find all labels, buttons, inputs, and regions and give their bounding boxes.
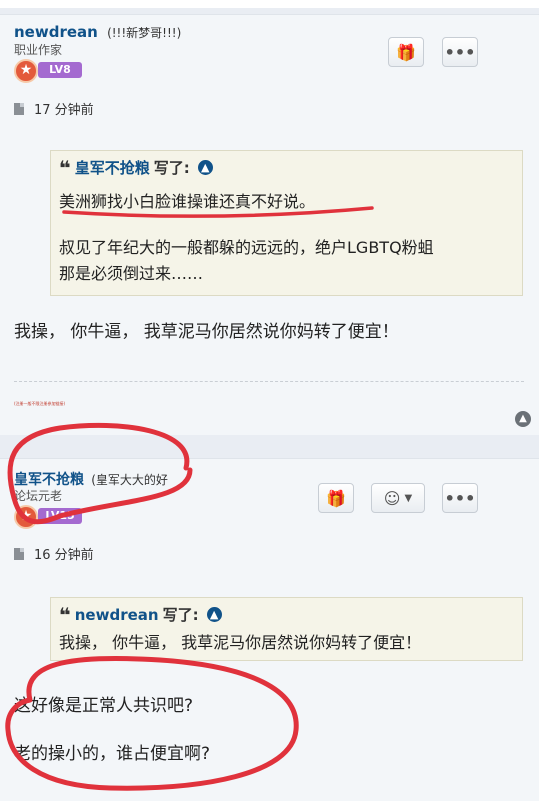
signature[interactable]: (注册一般不限注册参加链接) [14, 401, 65, 407]
more-icon: ••• [444, 42, 476, 62]
reaction-button[interactable]: ☺ ▼ [371, 483, 425, 513]
quote-line-1: 美洲狮找小白脸谁操谁还真不好说。 [59, 192, 316, 211]
up-arrow-icon[interactable]: ▲ [197, 160, 213, 175]
post-body-line-2: 老的操小的，谁占便宜啊? [14, 744, 211, 764]
quote-line-2: 叔见了年纪大的一般都躲的远远的，绝户LGBTQ粉蛆 [59, 238, 434, 257]
quote-block: ❝ newdrean 写了: ▲ 我操， 你牛逼， 我草泥马你居然说你妈转了便宜… [50, 597, 523, 661]
quote-block: ❝ 皇军不抢粮 写了: ▲ 美洲狮找小白脸谁操谁还真不好说。 叔见了年纪大的一般… [50, 150, 523, 296]
more-options-button[interactable]: ••• [442, 37, 478, 67]
post-body-line-1: 这好像是正常人共识吧? [14, 696, 194, 716]
post-2: 皇军不抢粮 (皇军大大的好 论坛元老 ★ LV15 🎁 ☺ ▼ ••• 16 分… [0, 458, 539, 801]
more-icon: ••• [444, 488, 476, 508]
quote-mark-icon: ❝ [59, 155, 71, 180]
level-badge: ★ LV8 [14, 59, 82, 83]
gift-button[interactable]: 🎁 [318, 483, 354, 513]
level-badge: ★ LV15 [14, 505, 82, 529]
star-icon: ★ [14, 505, 38, 529]
quote-author[interactable]: newdrean [75, 606, 159, 624]
up-arrow-icon[interactable]: ▲ [206, 607, 222, 622]
smiley-icon: ☺ [383, 488, 401, 508]
gift-button[interactable]: 🎁 [388, 37, 424, 67]
more-options-button[interactable]: ••• [442, 483, 478, 513]
post-author-name[interactable]: newdrean (!!!新梦哥!!!) [14, 23, 181, 41]
post-meta: 16 分钟前 [14, 544, 94, 563]
quote-author[interactable]: 皇军不抢粮 [75, 157, 150, 178]
author-rank: 职业作家 [14, 43, 63, 57]
level-label: LV15 [38, 508, 82, 524]
author-rank: 论坛元老 [14, 489, 63, 503]
post-icon [14, 102, 24, 115]
author-name-text[interactable]: newdrean [14, 23, 98, 41]
quote-line-1: 我操， 你牛逼， 我草泥马你居然说你妈转了便宜！ [59, 633, 422, 652]
quote-header: ❝ 皇军不抢粮 写了: ▲ [59, 157, 213, 178]
signature-divider [14, 381, 524, 382]
post-icon [14, 547, 24, 560]
gift-icon: 🎁 [396, 42, 416, 62]
post-body: 我操， 你牛逼， 我草泥马你居然说你妈转了便宜！ [14, 322, 399, 342]
quote-says: 写了: [162, 606, 199, 624]
quote-mark-icon: ❝ [59, 602, 71, 627]
post-time[interactable]: 16 分钟前 [34, 544, 94, 563]
dropdown-caret-icon: ▼ [404, 492, 413, 504]
back-to-top-icon[interactable]: ▲ [515, 411, 531, 427]
post-1: newdrean (!!!新梦哥!!!) 职业作家 ★ LV8 🎁 ••• 17… [0, 14, 539, 435]
post-time[interactable]: 17 分钟前 [34, 99, 94, 118]
star-icon: ★ [14, 59, 38, 83]
author-custom-title: (皇军大大的好 [91, 473, 168, 487]
post-author-name[interactable]: 皇军不抢粮 (皇军大大的好 [14, 469, 168, 489]
level-label: LV8 [38, 62, 82, 78]
author-custom-title: (!!!新梦哥!!!) [107, 26, 182, 40]
gift-icon: 🎁 [326, 488, 346, 508]
post-meta: 17 分钟前 [14, 99, 94, 118]
quote-header: ❝ newdrean 写了: ▲ [59, 604, 222, 625]
author-name-text[interactable]: 皇军不抢粮 [14, 472, 84, 488]
quote-says: 写了: [153, 159, 190, 177]
quote-line-3: 那是必须倒过来…… [59, 264, 204, 283]
top-strip [0, 0, 539, 12]
